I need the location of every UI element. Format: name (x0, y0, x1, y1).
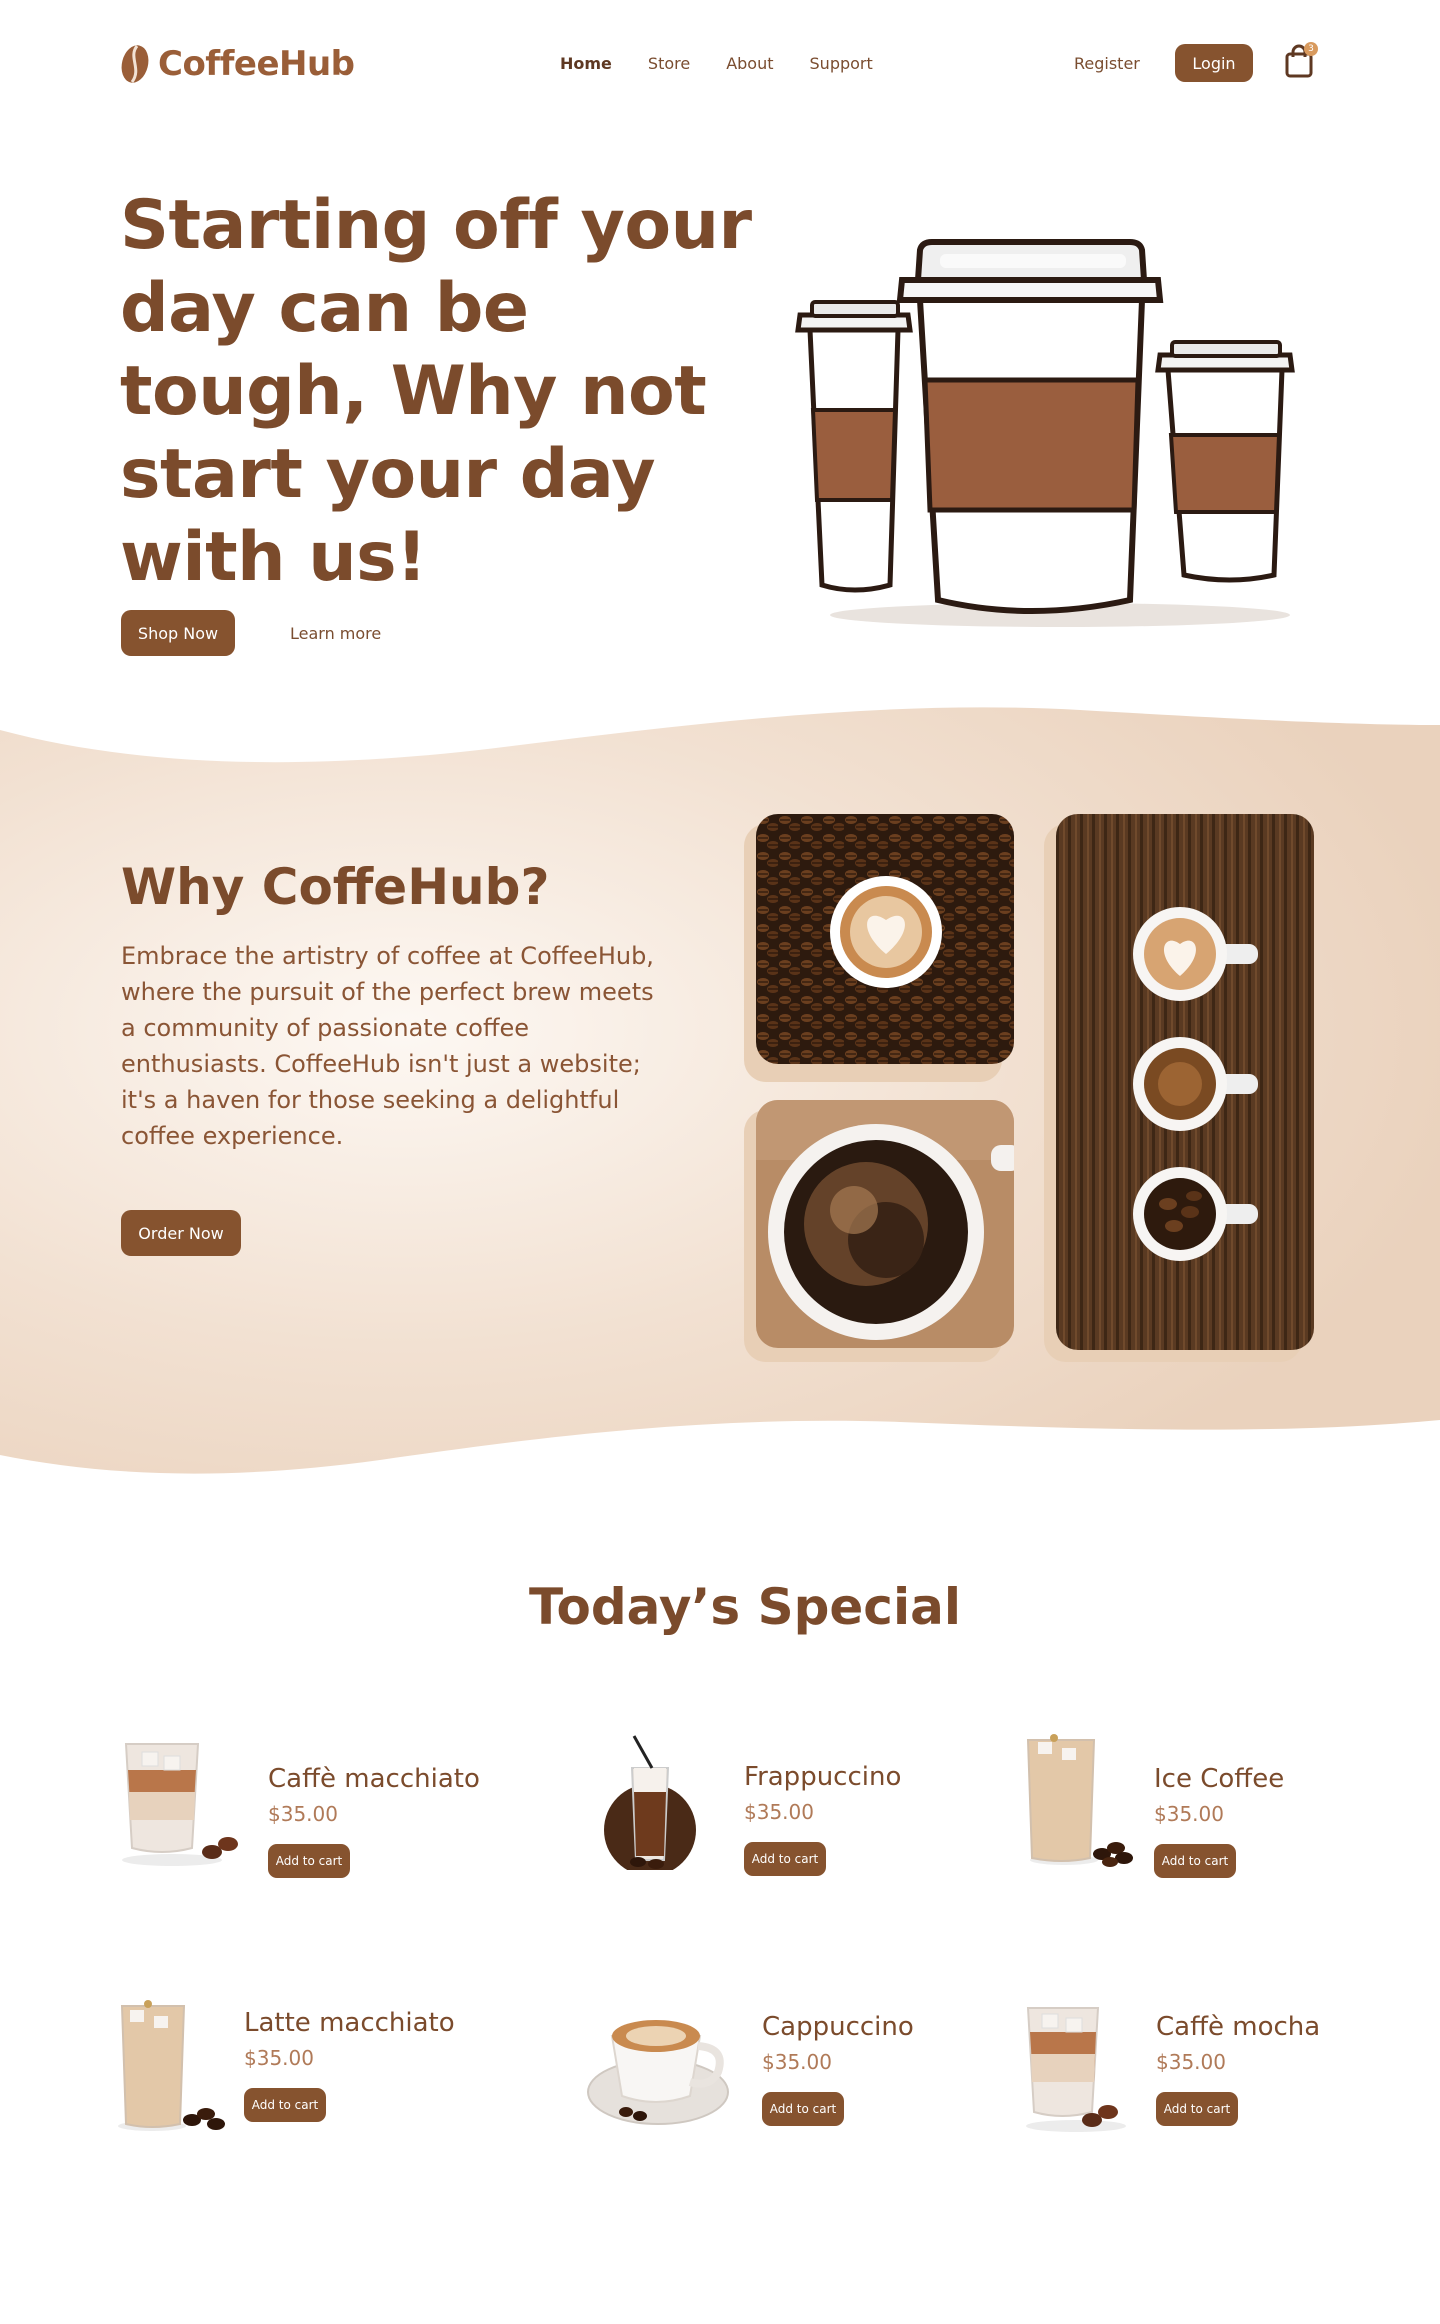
cup-right-icon (1155, 340, 1295, 583)
product-card: Cappuccino $35.00 Add to cart (586, 1996, 966, 2176)
latte-beans-image-icon (756, 814, 1014, 1064)
main-nav: Home Store About Support (560, 54, 873, 73)
iced-coffee-icon (1026, 1734, 1133, 1867)
brand-name: CoffeeHub (158, 44, 355, 84)
black-coffee-image-icon (756, 1100, 1014, 1348)
iced-drink-icon (122, 1743, 238, 1866)
product-card: Ice Coffee $35.00 Add to cart (1024, 1730, 1404, 1910)
nav-home[interactable]: Home (560, 54, 612, 73)
brand-logo[interactable]: CoffeeHub (120, 40, 355, 88)
add-to-cart-button[interactable]: Add to cart (1156, 2092, 1238, 2126)
coffee-cups-illustration (795, 239, 1295, 627)
add-to-cart-button[interactable]: Add to cart (268, 1844, 350, 1878)
caffe-mocha-icon (1026, 2007, 1126, 2132)
product-price: $35.00 (1156, 2050, 1226, 2074)
product-price: $35.00 (762, 2050, 832, 2074)
why-title: Why CoffeHub? (121, 858, 550, 916)
product-name: Caffè mocha (1156, 2012, 1321, 2042)
coffee-bean-icon (121, 45, 149, 83)
add-to-cart-button[interactable]: Add to cart (744, 1842, 826, 1876)
product-price: $35.00 (1154, 1802, 1224, 1826)
add-to-cart-button[interactable]: Add to cart (244, 2088, 326, 2122)
product-card: Frappuccino $35.00 Add to cart (594, 1730, 974, 1910)
photo-three-cups-wood (1044, 814, 1314, 1362)
cup-center-icon (896, 239, 1164, 614)
photo-black-coffee-cup (744, 1100, 1014, 1362)
order-now-button[interactable]: Order Now (121, 1210, 241, 1256)
product-card: Caffè mocha $35.00 Add to cart (1016, 1996, 1396, 2176)
register-link[interactable]: Register (1074, 54, 1140, 73)
product-card: Latte macchiato $35.00 Add to cart (112, 1996, 492, 2176)
photo-latte-on-beans (744, 814, 1014, 1084)
product-price: $35.00 (268, 1802, 338, 1826)
shop-now-button[interactable]: Shop Now (121, 610, 235, 656)
product-price: $35.00 (744, 1800, 814, 1824)
learn-more-link[interactable]: Learn more (290, 624, 381, 643)
nav-store[interactable]: Store (648, 54, 690, 73)
product-name: Cappuccino (762, 2012, 914, 2042)
cup-left-icon (795, 300, 913, 593)
product-name: Frappuccino (744, 1762, 902, 1792)
todays-special-title: Today’s Special (529, 1578, 961, 1636)
hero-title: Starting off your day can be tough, Why … (120, 186, 752, 597)
product-card: Caffè macchiato $35.00 Add to cart (112, 1730, 492, 1910)
why-description: Embrace the artistry of coffee at Coffee… (121, 942, 654, 1150)
login-button[interactable]: Login (1175, 44, 1253, 82)
frappuccino-icon (604, 1735, 696, 1870)
nav-about[interactable]: About (726, 54, 773, 73)
add-to-cart-button[interactable]: Add to cart (1154, 1844, 1236, 1878)
cart-count-badge: 3 (1304, 42, 1318, 56)
cart-button[interactable]: 3 (1284, 42, 1318, 82)
latte-macchiato-icon (118, 2000, 225, 2131)
product-price: $35.00 (244, 2046, 314, 2070)
product-name: Ice Coffee (1154, 1764, 1285, 1794)
three-cups-image-icon (1056, 814, 1314, 1350)
nav-support[interactable]: Support (810, 54, 873, 73)
product-name: Caffè macchiato (268, 1764, 480, 1794)
add-to-cart-button[interactable]: Add to cart (762, 2092, 844, 2126)
cappuccino-cup-icon (587, 2020, 729, 2125)
product-name: Latte macchiato (244, 2008, 455, 2038)
top-navbar: CoffeeHub Home Store About Support Regis… (0, 0, 1440, 130)
